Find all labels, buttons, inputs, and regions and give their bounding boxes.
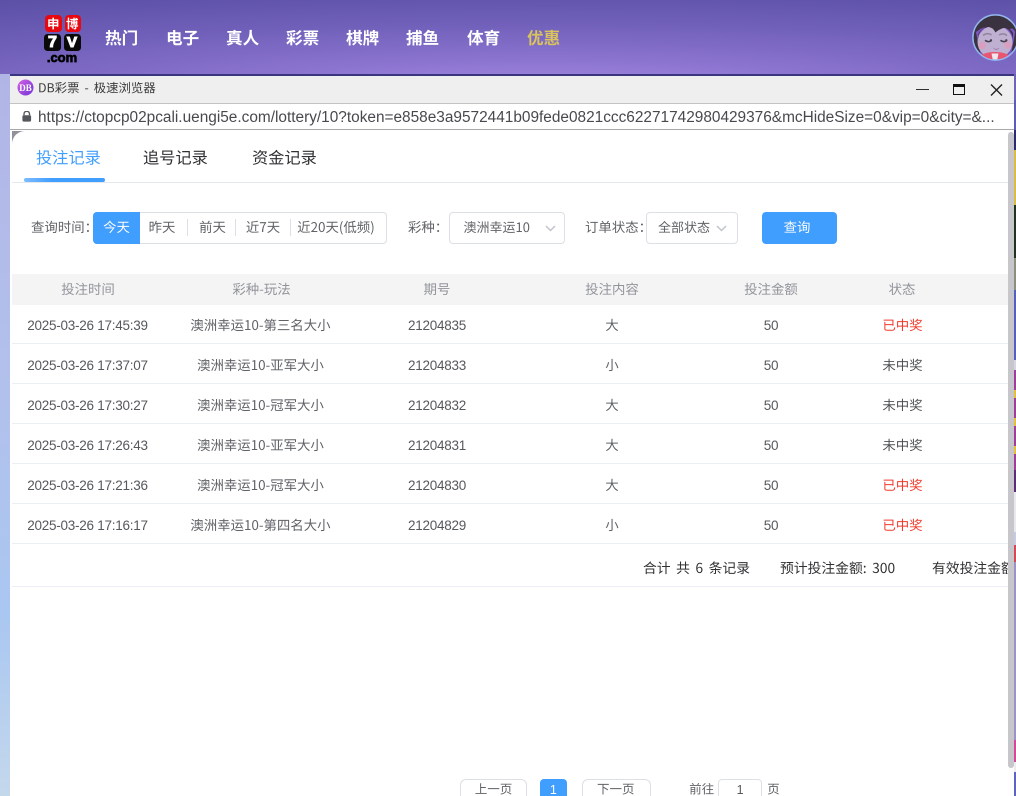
svg-text:DB: DB — [19, 83, 32, 93]
